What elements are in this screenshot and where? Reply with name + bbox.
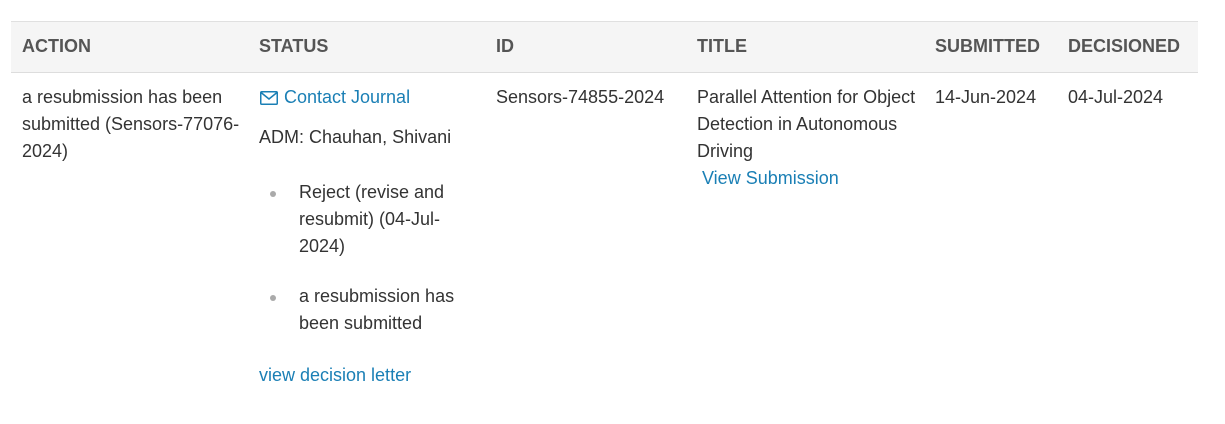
bullet-icon: [270, 295, 276, 301]
list-item: Reject (revise and resubmit) (04-Jul-202…: [270, 179, 474, 260]
header-submitted: SUBMITTED: [935, 36, 1040, 56]
action-cell: a resubmission has been submitted (Senso…: [22, 87, 240, 161]
header-status: STATUS: [259, 36, 329, 56]
header-action: ACTION: [22, 36, 91, 56]
header-id: ID: [496, 36, 514, 56]
event-list: Reject (revise and resubmit) (04-Jul-202…: [259, 179, 474, 337]
view-submission-link[interactable]: View Submission: [702, 165, 917, 192]
submission-id: Sensors-74855-2024: [496, 87, 665, 107]
status-cell: Contact Journal ADM: Chauhan, Shivani Re…: [259, 84, 474, 389]
envelope-icon[interactable]: [260, 90, 278, 105]
title-cell: Parallel Attention for Object Detection …: [697, 84, 917, 192]
submission-title: Parallel Attention for Object Detection …: [697, 87, 916, 161]
list-item: a resubmission has been submitted: [270, 283, 474, 337]
event-text: a resubmission has been submitted: [299, 286, 455, 333]
submissions-table: ACTION STATUS ID TITLE SUBMITTED DECISIO…: [11, 21, 1198, 424]
contact-journal-line: Contact Journal: [259, 84, 474, 111]
header-decisioned: DECISIONED: [1068, 36, 1181, 56]
decisioned-date: 04-Jul-2024: [1068, 87, 1164, 107]
submitted-date: 14-Jun-2024: [935, 87, 1037, 107]
bullet-icon: [270, 191, 276, 197]
table-row: a resubmission has been submitted (Senso…: [11, 73, 1198, 424]
header-title: TITLE: [697, 36, 747, 56]
adm-name: ADM: Chauhan, Shivani: [259, 127, 452, 147]
view-decision-letter-link[interactable]: view decision letter: [259, 362, 474, 389]
contact-journal-link[interactable]: Contact Journal: [284, 84, 410, 111]
table-header: ACTION STATUS ID TITLE SUBMITTED DECISIO…: [11, 21, 1198, 73]
event-text: Reject (revise and resubmit) (04-Jul-202…: [299, 182, 445, 256]
